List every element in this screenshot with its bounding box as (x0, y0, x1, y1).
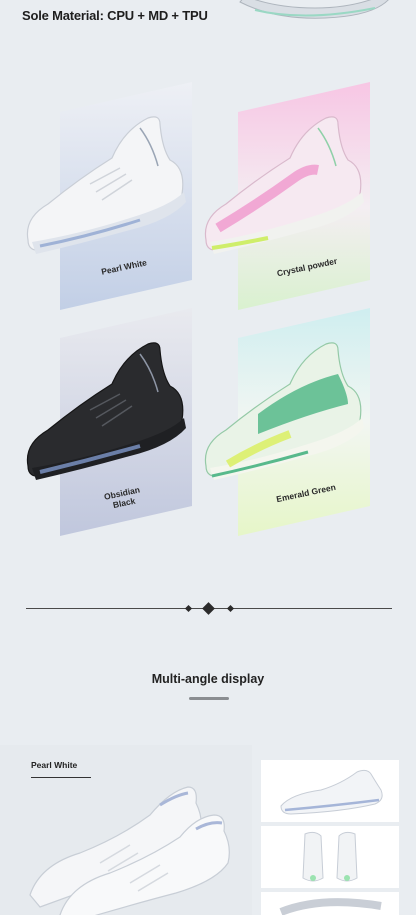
gallery-thumbnail-sole[interactable] (261, 892, 399, 915)
shoe-back-view-image (302, 831, 358, 882)
color-card-obsidian-black[interactable]: Obsidian Black (26, 308, 192, 536)
gallery-label-underline (31, 777, 91, 778)
shoe-pair-image (29, 786, 230, 915)
gallery-color-label: Pearl White (31, 760, 78, 770)
shoe-emerald-green-image (204, 342, 364, 480)
color-card-emerald-green[interactable]: Emerald Green (204, 308, 370, 536)
section-title: Multi-angle display (151, 672, 265, 686)
gallery-main-image[interactable] (0, 745, 252, 915)
shoe-obsidian-black-image (26, 342, 186, 480)
divider-diamond-center-icon (202, 602, 215, 615)
color-card-pearl-white[interactable]: Pearl White (26, 82, 192, 310)
shoe-pearl-white-image (26, 116, 186, 254)
shoe-crystal-powder-image (204, 116, 364, 254)
divider-diamond-left-icon (184, 604, 193, 613)
gallery-thumbnail-back[interactable] (261, 826, 399, 888)
top-shoe-image (239, 0, 389, 19)
shoe-side-view-image (280, 769, 383, 815)
shoe-sole-view-image (279, 898, 382, 915)
color-card-crystal-powder[interactable]: Crystal powder (204, 82, 370, 310)
divider-diamond-right-icon (226, 604, 235, 613)
title-underline (189, 697, 229, 700)
gallery-thumbnail-side[interactable] (261, 760, 399, 822)
sole-material-text: Sole Material: CPU + MD + TPU (22, 8, 208, 23)
